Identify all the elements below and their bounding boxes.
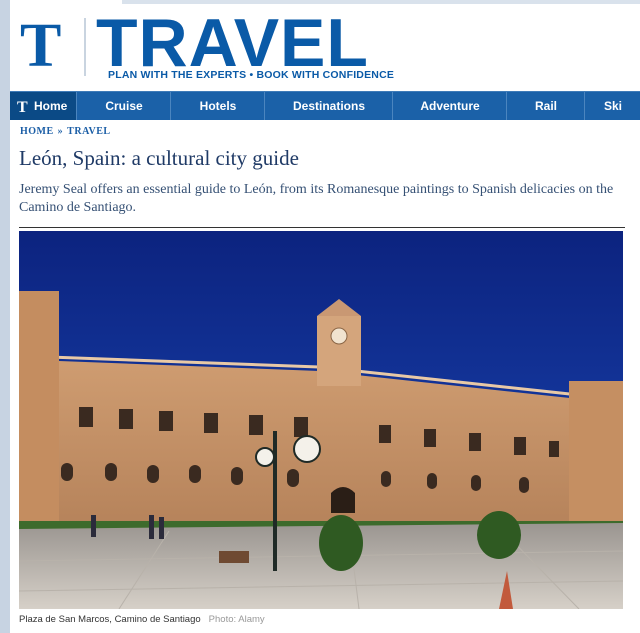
section-title[interactable]: TRAVEL <box>96 8 369 78</box>
nav-item-destinations[interactable]: Destinations <box>264 92 393 120</box>
nav-item-label: Home <box>34 99 68 113</box>
photo-credit: Photo: Alamy <box>208 614 265 625</box>
breadcrumb: HOME» TRAVEL <box>20 126 111 137</box>
main-nav: T Home Cruise Hotels Destinations Advent… <box>10 91 640 120</box>
breadcrumb-separator: » <box>57 126 64 137</box>
masthead-divider <box>84 18 86 76</box>
svg-text:T: T <box>20 14 61 74</box>
nav-item-home[interactable]: T Home <box>10 92 76 120</box>
telegraph-t-icon: T <box>17 99 28 114</box>
article-headline: León, Spain: a cultural city guide <box>19 146 299 170</box>
breadcrumb-home[interactable]: HOME <box>20 126 54 137</box>
nav-item-rail[interactable]: Rail <box>506 92 585 120</box>
nav-item-cruise[interactable]: Cruise <box>76 92 171 120</box>
caption-text: Plaza de San Marcos, Camino de Santiago <box>19 614 201 625</box>
telegraph-t-logo[interactable]: T <box>18 14 74 74</box>
photo-caption: Plaza de San Marcos, Camino de Santiago P… <box>19 614 265 625</box>
masthead-tagline: PLAN WITH THE EXPERTS • BOOK WITH CONFID… <box>108 69 395 81</box>
nav-item-ski[interactable]: Ski <box>584 92 640 120</box>
nav-item-hotels[interactable]: Hotels <box>170 92 265 120</box>
page-left-border <box>0 0 10 633</box>
page-top-border <box>122 0 640 4</box>
nav-item-adventure[interactable]: Adventure <box>392 92 507 120</box>
masthead: T TRAVEL PLAN WITH THE EXPERTS • BOOK WI… <box>18 8 438 84</box>
article-standfirst: Jeremy Seal offers an essential guide to… <box>19 182 614 215</box>
svg-text:T: T <box>17 99 28 114</box>
article-photo[interactable] <box>19 231 623 609</box>
breadcrumb-travel[interactable]: TRAVEL <box>67 126 110 137</box>
headline-rule <box>19 227 625 228</box>
